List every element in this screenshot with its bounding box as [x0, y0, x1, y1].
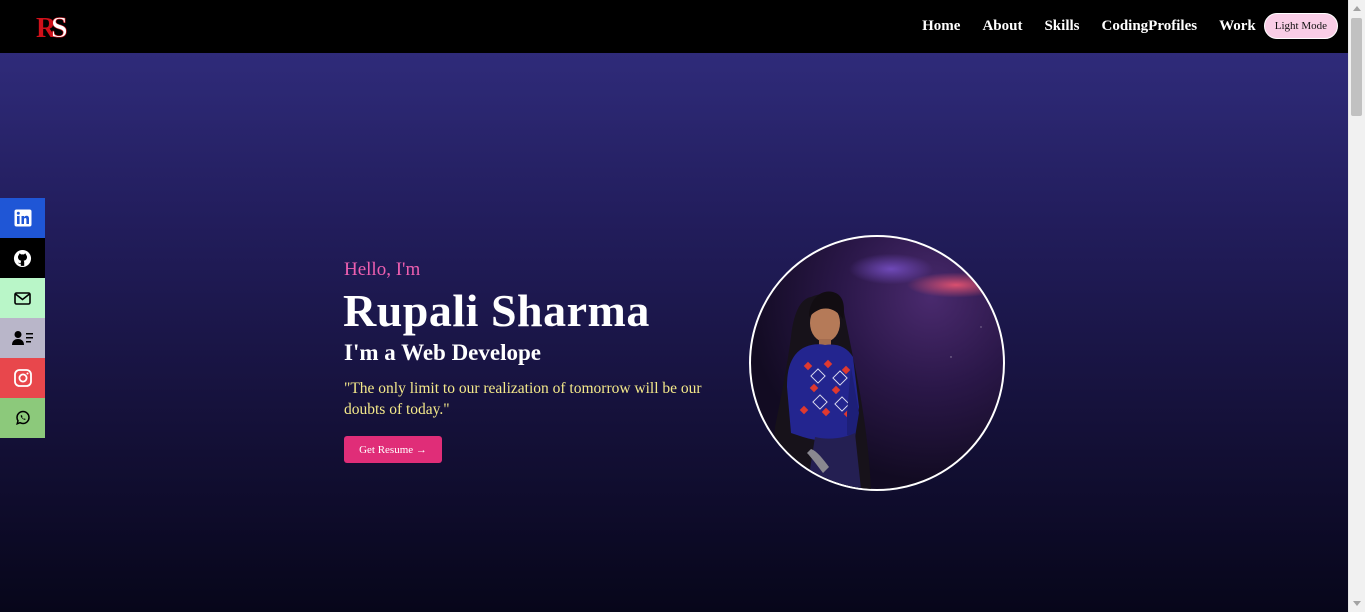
- nav-link-codingprofiles[interactable]: CodingProfiles: [1102, 18, 1198, 35]
- hero-role: I'm a Web Develope: [344, 340, 541, 365]
- social-sidebar: [0, 198, 45, 438]
- profile-photo: [749, 235, 1005, 491]
- scroll-up-arrow-icon[interactable]: [1353, 6, 1361, 11]
- whatsapp-link[interactable]: [0, 398, 45, 438]
- linkedin-icon: [14, 209, 31, 227]
- nav-links: Home About Skills CodingProfiles Work Li…: [922, 13, 1338, 39]
- github-icon: [13, 249, 32, 267]
- nav-link-skills[interactable]: Skills: [1044, 18, 1079, 35]
- nav-link-about[interactable]: About: [982, 18, 1022, 35]
- profile-portrait: [771, 258, 982, 489]
- hero-section: [0, 53, 1349, 612]
- hero-greeting: Hello, I'm: [344, 259, 421, 280]
- get-resume-button[interactable]: Get Resume →: [344, 436, 442, 463]
- instagram-icon: [13, 369, 32, 387]
- nav-link-work[interactable]: Work: [1219, 18, 1256, 35]
- scroll-down-arrow-icon[interactable]: [1353, 601, 1361, 606]
- github-link[interactable]: [0, 238, 45, 278]
- whatsapp-icon: [15, 410, 30, 426]
- instagram-link[interactable]: [0, 358, 45, 398]
- mail-icon: [14, 291, 31, 305]
- light-mode-toggle[interactable]: Light Mode: [1263, 13, 1338, 39]
- hero-quote: "The only limit to our realization of to…: [344, 380, 702, 418]
- scroll-thumb[interactable]: [1351, 18, 1362, 116]
- navbar: R S Home About Skills CodingProfiles Wor…: [0, 0, 1349, 53]
- svg-text:S: S: [51, 12, 68, 42]
- page-scrollbar[interactable]: [1348, 0, 1365, 612]
- nav-link-home[interactable]: Home: [922, 18, 960, 35]
- linkedin-link[interactable]: [0, 198, 45, 238]
- contact-link[interactable]: [0, 318, 45, 358]
- site-logo[interactable]: R S: [36, 12, 86, 42]
- email-link[interactable]: [0, 278, 45, 318]
- hero-name: Rupali Sharma: [343, 285, 650, 336]
- contact-card-icon: [11, 331, 33, 345]
